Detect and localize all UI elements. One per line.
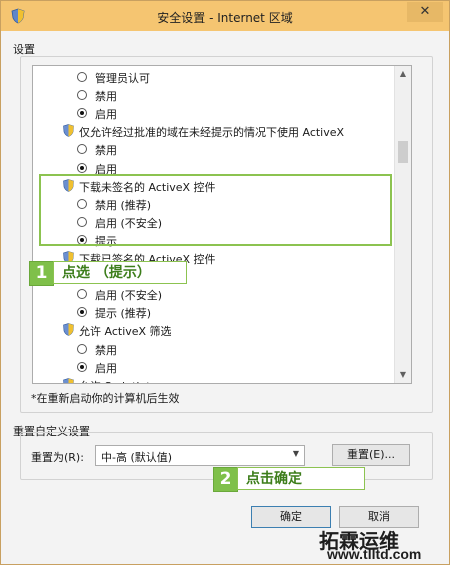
title-bar: 安全设置 - Internet 区域 ✕ <box>1 1 449 31</box>
setting-header-label: 允许 Scriptlet <box>79 378 151 383</box>
radio-label: 管理员认可 <box>95 72 150 85</box>
radio-label: 启用 (不安全) <box>95 289 163 303</box>
highlight-box <box>39 174 392 246</box>
radio-unchecked-icon[interactable] <box>77 343 87 354</box>
radio-checked-icon[interactable] <box>77 108 87 119</box>
setting-header-label: 允许 ActiveX 筛选 <box>79 325 172 339</box>
reset-level-select[interactable]: 中-高 (默认值) ▼ <box>95 445 305 466</box>
radio-unchecked-icon[interactable] <box>77 289 87 300</box>
reset-to-label: 重置为(R): <box>31 451 84 464</box>
radio-unchecked-icon[interactable] <box>77 90 87 101</box>
radio-checked-icon[interactable] <box>77 162 87 173</box>
reset-level-value: 中-高 (默认值) <box>101 451 173 464</box>
reset-button[interactable]: 重置(E)... <box>332 444 410 466</box>
window-title: 安全设置 - Internet 区域 <box>157 11 293 25</box>
scroll-up-icon[interactable]: ▲ <box>395 66 411 82</box>
settings-group-label: 设置 <box>13 43 35 56</box>
restart-note: *在重新启动你的计算机后生效 <box>31 392 180 405</box>
annotation-2-number: 2 <box>213 467 238 492</box>
radio-checked-icon[interactable] <box>77 361 87 372</box>
close-button[interactable]: ✕ <box>407 2 443 22</box>
shield-icon <box>63 377 74 383</box>
radio-unchecked-icon[interactable] <box>77 72 87 82</box>
radio-label: 启用 <box>95 361 117 375</box>
radio-label: 禁用 <box>95 90 117 104</box>
radio-label: 禁用 <box>95 144 117 158</box>
radio-label: 禁用 <box>95 343 117 357</box>
close-icon: ✕ <box>419 4 431 19</box>
chevron-down-icon: ▼ <box>292 449 299 458</box>
watermark-url: www.tlltd.com <box>327 546 422 562</box>
scroll-down-icon[interactable]: ▼ <box>395 367 411 383</box>
radio-unchecked-icon[interactable] <box>77 144 87 155</box>
vertical-scrollbar[interactable]: ▲ ▼ <box>394 66 411 383</box>
scroll-thumb[interactable] <box>398 141 408 163</box>
shield-icon <box>63 323 74 337</box>
radio-label: 启用 <box>95 108 117 122</box>
annotation-2-text: 点击确定 <box>237 467 365 490</box>
radio-label: 提示 (推荐) <box>95 307 152 321</box>
setting-header-label: 仅允许经过批准的域在未经提示的情况下使用 ActiveX <box>79 126 345 140</box>
security-settings-dialog: 安全设置 - Internet 区域 ✕ 设置 管理员认可 禁用 启用 仅允许经过批准… <box>0 0 450 565</box>
radio-checked-icon[interactable] <box>77 307 87 318</box>
annotation-1-text: 点选 （提示） <box>53 261 187 284</box>
annotation-1-number: 1 <box>29 261 54 286</box>
shield-icon <box>63 124 74 138</box>
